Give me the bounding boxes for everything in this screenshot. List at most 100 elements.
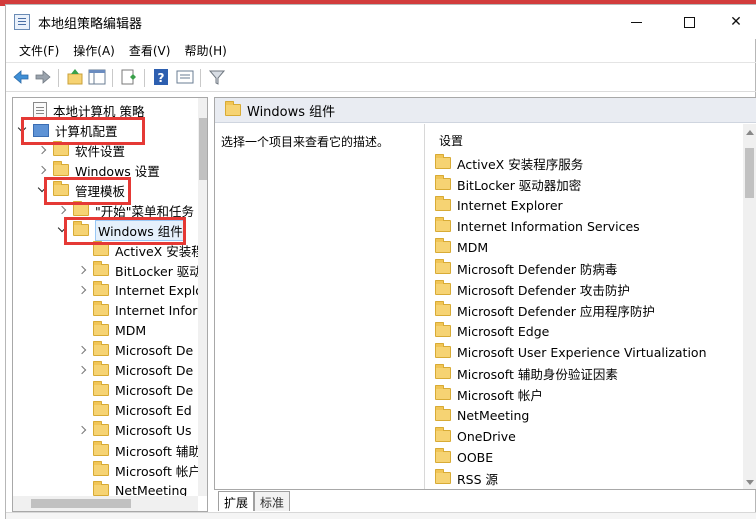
- annotation-box-admin-templates: [44, 177, 131, 205]
- details-header: Windows 组件: [215, 98, 756, 123]
- setting-item-label: Internet Information Services: [457, 218, 640, 234]
- chevron-right-icon[interactable]: [37, 145, 47, 155]
- setting-item-label: Microsoft Edge: [457, 323, 550, 339]
- setting-item[interactable]: MDM: [435, 237, 488, 257]
- window-title: 本地组策略编辑器: [38, 17, 143, 32]
- chevron-right-icon[interactable]: [57, 205, 67, 215]
- chevron-right-icon[interactable]: [77, 285, 87, 295]
- scroll-thumb[interactable]: [745, 148, 754, 198]
- tree-child[interactable]: Microsoft 辅助: [77, 440, 201, 460]
- properties-icon[interactable]: [176, 68, 194, 86]
- setting-item[interactable]: Microsoft Defender 攻击防护: [435, 279, 630, 299]
- show-hide-tree-icon[interactable]: [88, 68, 106, 86]
- tree-child[interactable]: Internet Infor: [77, 300, 197, 320]
- tree-child[interactable]: Microsoft De: [77, 340, 193, 360]
- settings-column-header[interactable]: 设置: [439, 132, 463, 149]
- menu-action[interactable]: 操作(A): [66, 42, 122, 59]
- scroll-down-icon[interactable]: [746, 480, 754, 485]
- tree-child[interactable]: Microsoft Ed: [77, 400, 192, 420]
- maximize-button[interactable]: [666, 5, 712, 39]
- setting-item[interactable]: NetMeeting: [435, 405, 529, 425]
- chevron-right-icon[interactable]: [77, 425, 87, 435]
- tree-pane[interactable]: 本地计算机 策略 计算机配置 软件设置 Windows 设置 管理模板 "开始"…: [12, 97, 208, 512]
- description-text: 选择一个项目来查看它的描述。: [221, 135, 390, 149]
- setting-item-label: RSS 源: [457, 471, 499, 487]
- details-vertical-scrollbar[interactable]: [743, 124, 756, 489]
- up-folder-icon[interactable]: [66, 68, 84, 86]
- setting-item[interactable]: Microsoft 辅助身份验证因素: [435, 363, 618, 383]
- setting-item-label: MDM: [457, 239, 489, 255]
- setting-item[interactable]: ActiveX 安装程序服务: [435, 153, 583, 173]
- toolbar-separator: [112, 69, 113, 87]
- close-button[interactable]: ✕: [713, 5, 756, 39]
- tree-child[interactable]: Microsoft Us: [77, 420, 192, 440]
- tree-child[interactable]: BitLocker 驱动: [77, 260, 202, 280]
- folder-icon: [93, 241, 109, 256]
- setting-item[interactable]: Internet Explorer: [435, 195, 563, 215]
- setting-item-label: NetMeeting: [457, 407, 530, 423]
- setting-item-label: ActiveX 安装程序服务: [457, 156, 584, 172]
- menu-help[interactable]: 帮助(H): [177, 42, 233, 59]
- tab-standard[interactable]: 标准: [254, 491, 291, 511]
- folder-icon: [93, 261, 109, 276]
- tree-child[interactable]: Microsoft 帐户: [77, 460, 201, 480]
- tree-horizontal-scrollbar[interactable]: [13, 496, 198, 511]
- setting-item[interactable]: Microsoft User Experience Virtualization: [435, 342, 707, 362]
- setting-item-label: Microsoft 辅助身份验证因素: [457, 366, 618, 382]
- tree-child-label: Internet Infor: [115, 302, 198, 318]
- setting-item-label: Internet Explorer: [457, 197, 563, 213]
- tree-child[interactable]: Microsoft De: [77, 360, 193, 380]
- setting-item[interactable]: OOBE: [435, 447, 493, 467]
- setting-item[interactable]: RSS 源: [435, 468, 498, 488]
- tree-child-label: Microsoft 帐户: [115, 463, 201, 479]
- tree-child[interactable]: MDM: [77, 320, 146, 340]
- tree-vertical-scrollbar[interactable]: [198, 98, 207, 496]
- back-arrow-icon[interactable]: [12, 68, 30, 86]
- tree-child[interactable]: Microsoft De: [77, 380, 193, 400]
- scroll-up-icon[interactable]: [746, 130, 754, 135]
- setting-item[interactable]: Microsoft Edge: [435, 321, 549, 341]
- setting-item[interactable]: BitLocker 驱动器加密: [435, 174, 581, 194]
- folder-icon: [93, 381, 109, 396]
- folder-icon: [93, 461, 109, 476]
- description-column: 选择一个项目来查看它的描述。: [215, 124, 425, 489]
- svg-text:?: ?: [158, 71, 165, 85]
- setting-item-label: BitLocker 驱动器加密: [457, 177, 582, 193]
- tree-child[interactable]: Internet Explo: [77, 280, 203, 300]
- setting-item[interactable]: OneDrive: [435, 426, 516, 446]
- chevron-right-icon[interactable]: [77, 265, 87, 275]
- tree-child-label: BitLocker 驱动: [115, 263, 202, 279]
- app-icon: [14, 14, 30, 30]
- setting-item[interactable]: Internet Information Services: [435, 216, 640, 236]
- tab-extended[interactable]: 扩展: [218, 491, 255, 511]
- scroll-thumb[interactable]: [31, 499, 131, 508]
- setting-item[interactable]: Microsoft 帐户: [435, 384, 543, 404]
- scroll-thumb[interactable]: [199, 118, 207, 180]
- filter-icon[interactable]: [208, 68, 226, 86]
- details-pane: Windows 组件 选择一个项目来查看它的描述。 设置 ActiveX 安装程…: [214, 97, 756, 490]
- tree-child-label: Microsoft De: [115, 362, 194, 378]
- tree-child-label: Microsoft De: [115, 382, 194, 398]
- status-bar: [6, 512, 756, 519]
- folder-icon: [93, 401, 109, 416]
- chevron-right-icon[interactable]: [77, 365, 87, 375]
- menu-file[interactable]: 文件(F): [12, 42, 66, 59]
- setting-item[interactable]: Microsoft Defender 防病毒: [435, 258, 617, 278]
- folder-icon: [435, 238, 451, 253]
- title-bar[interactable]: 本地组策略编辑器 ✕: [6, 5, 756, 39]
- minimize-button[interactable]: [613, 5, 659, 39]
- chevron-right-icon[interactable]: [37, 165, 47, 175]
- folder-icon: [93, 481, 109, 496]
- folder-icon: [53, 161, 69, 176]
- folder-icon: [225, 101, 241, 116]
- view-tabs: 扩展 标准: [218, 491, 291, 511]
- setting-item[interactable]: Microsoft Defender 应用程序防护: [435, 300, 655, 320]
- menu-view[interactable]: 查看(V): [122, 42, 178, 59]
- export-list-icon[interactable]: [120, 68, 138, 86]
- folder-icon: [93, 421, 109, 436]
- chevron-right-icon[interactable]: [77, 345, 87, 355]
- folder-icon: [435, 322, 451, 337]
- help-icon[interactable]: ?: [152, 68, 170, 86]
- folder-icon: [435, 406, 451, 421]
- forward-arrow-icon[interactable]: [34, 68, 52, 86]
